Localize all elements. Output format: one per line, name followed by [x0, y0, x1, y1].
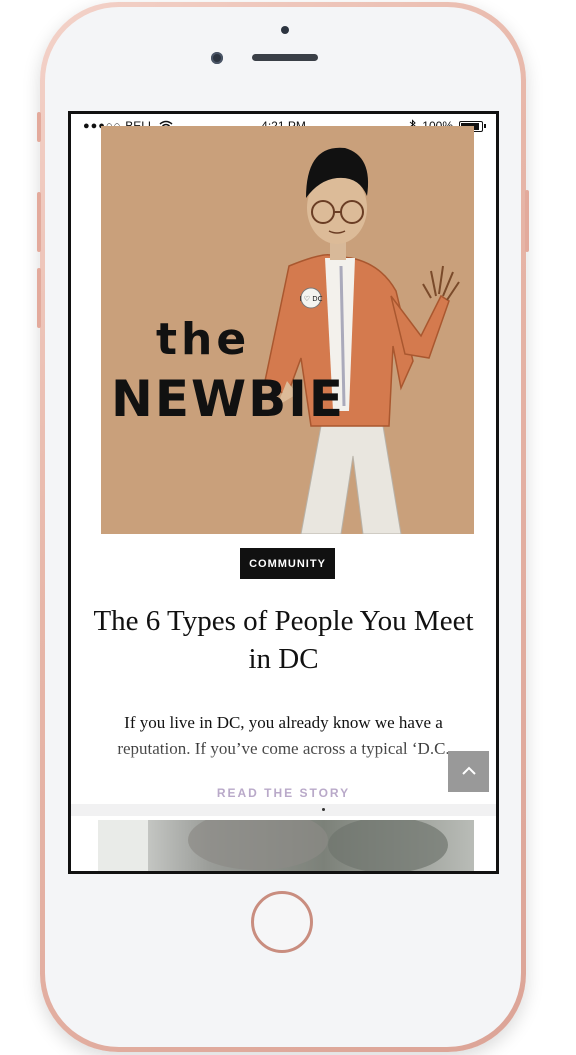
- power-button: [525, 190, 529, 252]
- article-title[interactable]: The 6 Types of People You Meet in DC: [91, 602, 476, 678]
- badge-text: I ♡ DC: [299, 295, 322, 303]
- front-camera: [211, 52, 223, 64]
- chevron-up-icon: [461, 763, 477, 781]
- post-divider: [71, 804, 496, 816]
- volume-down-button: [37, 268, 41, 328]
- article-hero-image[interactable]: I ♡ DC the NEWBIE: [101, 126, 474, 534]
- excerpt-fade: [71, 734, 496, 794]
- next-article-image[interactable]: [98, 820, 474, 871]
- divider-dot: [322, 808, 325, 811]
- read-story-link[interactable]: READ THE STORY: [71, 786, 496, 800]
- battery-tip: [484, 124, 486, 128]
- category-tag[interactable]: COMMUNITY: [240, 548, 335, 579]
- volume-up-button: [37, 192, 41, 252]
- art-text-top: the: [156, 314, 250, 365]
- proximity-sensor: [281, 26, 289, 34]
- earpiece-speaker: [252, 54, 318, 61]
- mute-switch: [37, 112, 41, 142]
- art-text-bottom: NEWBIE: [111, 370, 345, 428]
- phone-screen: ●●●○○ BELL 4:21 PM 100%: [68, 111, 499, 874]
- home-button[interactable]: [251, 891, 313, 953]
- back-to-top-button[interactable]: [448, 751, 489, 792]
